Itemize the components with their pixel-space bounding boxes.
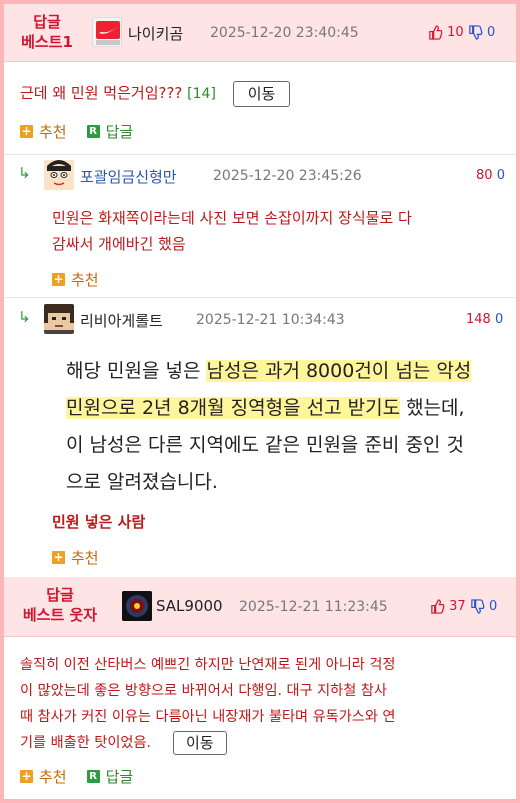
pixel-face-icon[interactable] <box>44 304 74 334</box>
upvote-count: 80 <box>476 168 493 183</box>
comment-text: 근데 왜 민원 먹은거임??? <box>20 84 183 102</box>
quote-text: 해당 민원을 넣은 <box>66 360 207 382</box>
quoted-news-image: 해당 민원을 넣은 남성은 과거 8000건이 넘는 악성 민원으로 2년 8개… <box>66 353 516 501</box>
author-nickname[interactable]: 포괄임금신형만 <box>80 166 177 187</box>
author-nickname[interactable]: 나이키곰 <box>128 23 183 44</box>
cartoon-face-icon[interactable] <box>44 160 74 190</box>
reply-r-icon[interactable]: R <box>86 125 100 138</box>
best-badge-line1: 답글 <box>33 13 61 31</box>
vote-box: 10 0 <box>428 25 495 40</box>
best-comment-header: 답글 베스트1 나이키곰 2025-12-20 23:40:45 10 0 <box>4 4 516 62</box>
comment-datetime: 2025-12-20 23:45:26 <box>213 168 362 184</box>
author-nickname[interactable]: 리비아게롤트 <box>80 310 163 331</box>
best-badge: 답글 베스트1 <box>10 12 84 52</box>
reply-caption: 민원 넣은 사람 <box>52 513 146 531</box>
upvote-count: 10 <box>447 25 464 40</box>
author-nickname[interactable]: SAL9000 <box>156 597 223 615</box>
quote-line: 으로 알려졌습니다. <box>66 471 218 493</box>
plus-icon[interactable]: + <box>52 273 65 286</box>
comment-datetime: 2025-12-20 23:40:45 <box>210 25 359 41</box>
vote-box: 80 0 <box>476 168 505 183</box>
comment-text: 기를 배출한 탓이었음. <box>20 735 152 751</box>
best-badge-line2: 베스트1 <box>21 33 73 51</box>
reply-button[interactable]: 답글 <box>106 766 134 787</box>
best-badge: 답글 베스트 웃자 <box>10 585 110 625</box>
recommend-button[interactable]: 추천 <box>39 121 67 142</box>
comment-text-line: 기를 배출한 탓이었음. 이동 <box>20 730 516 756</box>
nike-logo-icon[interactable] <box>92 17 122 47</box>
quote-highlight: 남성은 과거 8000건이 넘는 악성 <box>206 360 472 382</box>
upvote-count: 37 <box>449 599 466 614</box>
hal9000-eye-icon[interactable] <box>122 591 152 621</box>
downvote-count: 0 <box>486 25 496 40</box>
plus-icon[interactable]: + <box>52 551 65 564</box>
quote-line: 이 남성은 다른 지역에도 같은 민원을 준비 중인 것 <box>66 434 464 456</box>
comment-actions: + 추천 <box>52 547 99 568</box>
upvote-count: 148 <box>466 312 491 327</box>
plus-icon[interactable]: + <box>20 770 33 783</box>
quote-line: 민원으로 2년 8개월 징역형을 선고 받기도 했는데, <box>66 390 516 427</box>
reply-arrow-icon: ↳ <box>18 164 31 182</box>
recommend-button[interactable]: 추천 <box>39 766 67 787</box>
comment-text-line: 솔직히 이전 산타버스 예쁘긴 하지만 난연재로 된게 아니라 걱정 <box>20 657 396 673</box>
comment-datetime: 2025-12-21 10:34:43 <box>196 312 345 328</box>
quote-line: 해당 민원을 넣은 남성은 과거 8000건이 넘는 악성 <box>66 353 516 390</box>
comment-body: 솔직히 이전 산타버스 예쁘긴 하지만 난연재로 된게 아니라 걱정 이 많았는… <box>20 652 516 756</box>
quote-text: 했는데, <box>400 397 465 419</box>
comment-text-line: 때 참사가 커진 이유는 다름아닌 내장재가 불타며 유독가스와 연 <box>20 709 396 725</box>
comment-body: 근데 왜 민원 먹은거임??? [14] 이동 <box>20 80 291 107</box>
best-comment-header: 답글 베스트 웃자 SAL9000 2025-12-21 11:23:45 37… <box>4 577 516 637</box>
reply-r-icon[interactable]: R <box>86 770 100 783</box>
comment-actions: + 추천 <box>52 269 99 290</box>
reply-arrow-icon: ↳ <box>18 308 31 326</box>
comment-text-line: 이 많았는데 좋은 방향으로 바뀌어서 다행임. 대구 지하철 참사 <box>20 683 387 699</box>
downvote-count: 0 <box>496 168 505 183</box>
vote-box: 148 0 <box>466 312 503 327</box>
move-button[interactable]: 이동 <box>173 731 227 755</box>
comment-actions: + 추천 R 답글 <box>20 121 133 142</box>
reply-body: 민원은 화재쪽이라는데 사진 보면 손잡이까지 장식물로 다 감싸서 개에바긴 … <box>52 205 492 257</box>
thumb-up-icon[interactable] <box>430 599 445 614</box>
plus-icon[interactable]: + <box>20 125 33 138</box>
thumb-up-icon[interactable] <box>428 25 443 40</box>
divider <box>4 297 516 298</box>
divider <box>4 154 516 155</box>
reply-count: [14] <box>187 86 216 102</box>
downvote-count: 0 <box>494 312 504 327</box>
reply-button[interactable]: 답글 <box>106 121 134 142</box>
recommend-button[interactable]: 추천 <box>71 547 99 568</box>
thumb-down-icon[interactable] <box>470 599 485 614</box>
move-button[interactable]: 이동 <box>232 80 291 107</box>
best-badge-line1: 답글 <box>46 586 74 604</box>
comment-list: 답글 베스트1 나이키곰 2025-12-20 23:40:45 10 0 근데… <box>4 4 516 799</box>
comment-actions: + 추천 R 답글 <box>20 766 133 787</box>
comment-datetime: 2025-12-21 11:23:45 <box>239 599 388 615</box>
downvote-count: 0 <box>488 599 498 614</box>
best-badge-line2: 베스트 웃자 <box>22 606 98 624</box>
recommend-button[interactable]: 추천 <box>71 269 99 290</box>
reply-text-line: 감싸서 개에바긴 했음 <box>52 235 186 253</box>
vote-box: 37 0 <box>430 599 497 614</box>
quote-highlight: 민원으로 2년 8개월 징역형을 선고 받기도 <box>66 397 401 419</box>
reply-text-line: 민원은 화재쪽이라는데 사진 보면 손잡이까지 장식물로 다 <box>52 209 412 227</box>
thumb-down-icon[interactable] <box>468 25 483 40</box>
